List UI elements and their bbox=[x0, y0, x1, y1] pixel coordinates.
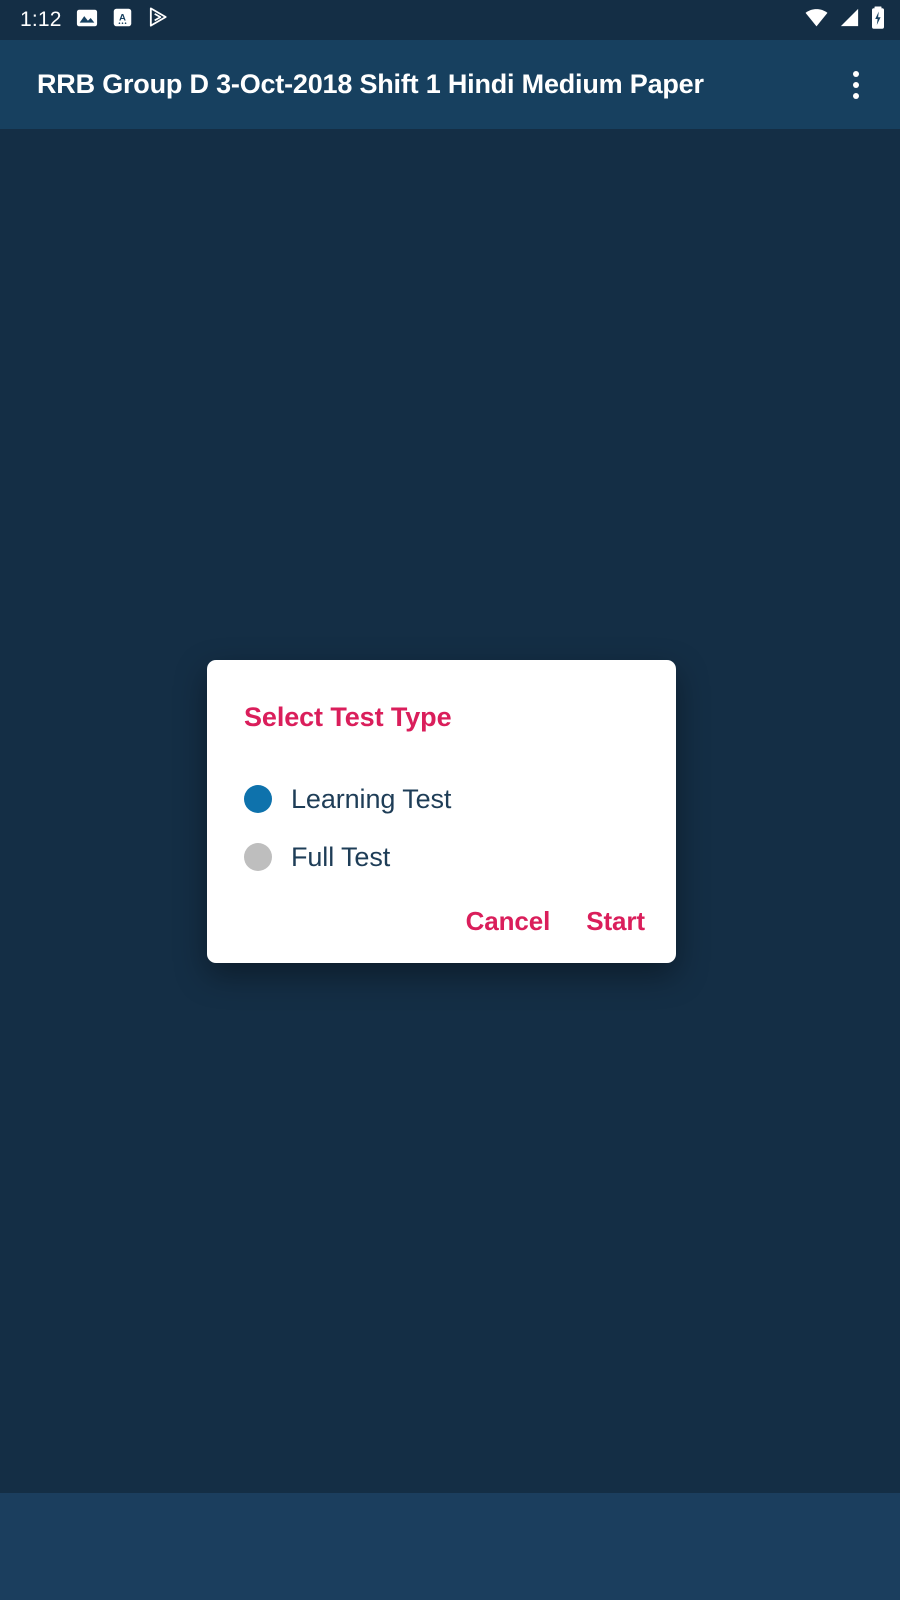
cellular-signal-icon bbox=[838, 6, 861, 34]
start-button[interactable]: Start bbox=[584, 902, 647, 941]
wifi-icon bbox=[804, 5, 829, 35]
radio-selected-icon[interactable] bbox=[244, 785, 272, 813]
radio-unselected-icon[interactable] bbox=[244, 843, 272, 871]
more-vert-dot bbox=[853, 70, 859, 77]
test-type-radio-group: Learning Test Full Test bbox=[244, 770, 644, 886]
radio-option-label: Full Test bbox=[291, 841, 391, 872]
page-title: RRB Group D 3-Oct-2018 Shift 1 Hindi Med… bbox=[37, 69, 704, 99]
dialog-scrim[interactable]: Select Test Type Learning Test Full Test… bbox=[0, 129, 900, 1493]
radio-option-full-test[interactable]: Full Test bbox=[244, 828, 644, 886]
battery-charging-icon bbox=[870, 6, 886, 35]
system-navigation-bar bbox=[0, 1493, 900, 1600]
image-icon bbox=[76, 7, 98, 34]
more-vert-dot bbox=[853, 81, 859, 88]
svg-text:A: A bbox=[119, 13, 126, 24]
status-bar-right bbox=[804, 5, 886, 35]
status-bar-left: 1:12 A bbox=[20, 6, 804, 34]
status-bar: 1:12 A bbox=[0, 0, 900, 40]
radio-option-learning-test[interactable]: Learning Test bbox=[244, 770, 644, 828]
play-store-icon bbox=[147, 6, 170, 34]
select-test-type-dialog: Select Test Type Learning Test Full Test… bbox=[207, 660, 676, 963]
notification-letter-a-icon: A bbox=[112, 7, 133, 33]
app-bar: RRB Group D 3-Oct-2018 Shift 1 Hindi Med… bbox=[0, 40, 900, 129]
dialog-actions: Cancel Start bbox=[464, 902, 647, 941]
cancel-button[interactable]: Cancel bbox=[464, 902, 553, 941]
radio-option-label: Learning Test bbox=[291, 783, 452, 814]
dialog-title: Select Test Type bbox=[244, 702, 452, 732]
status-bar-clock: 1:12 bbox=[20, 8, 62, 31]
more-vert-dot bbox=[853, 92, 859, 99]
more-vert-icon[interactable] bbox=[832, 61, 880, 109]
